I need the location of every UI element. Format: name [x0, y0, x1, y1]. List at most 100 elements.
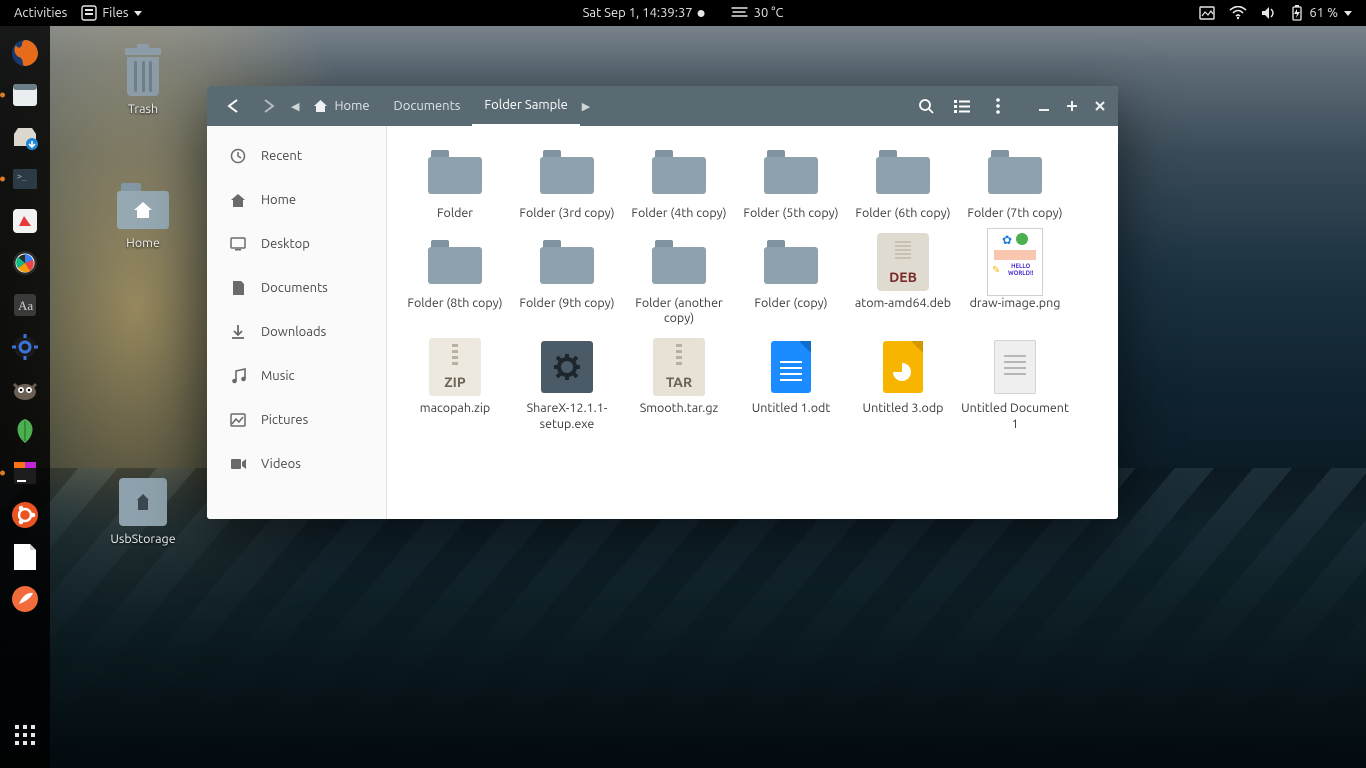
- desktop-icon-label: UsbStorage: [110, 532, 175, 546]
- folder-icon: [428, 240, 482, 284]
- file-label: Folder (another copy): [625, 296, 733, 327]
- weather-indicator[interactable]: 30 °C: [731, 6, 784, 20]
- file-label: Folder (8th copy): [407, 296, 502, 312]
- path-segment-home[interactable]: Home: [301, 86, 381, 126]
- dock-shutter[interactable]: [6, 244, 44, 282]
- activities-button[interactable]: Activities: [14, 6, 67, 20]
- window-close-button[interactable]: [1088, 94, 1112, 118]
- dock-terminal[interactable]: >_: [6, 160, 44, 198]
- file-item-text[interactable]: Untitled Document 1: [957, 335, 1073, 436]
- folder-icon: [540, 150, 594, 194]
- dock-software[interactable]: [6, 118, 44, 156]
- dock-midori[interactable]: [6, 412, 44, 450]
- file-manager-icon-view[interactable]: Folder Folder (3rd copy) Folder (4th cop…: [387, 126, 1118, 519]
- document-icon: [229, 280, 247, 296]
- volume-icon[interactable]: [1261, 6, 1277, 20]
- chevron-right-icon[interactable]: ▶: [580, 100, 592, 113]
- dock-ubuntu-logo[interactable]: [6, 496, 44, 534]
- window-minimize-button[interactable]: [1032, 94, 1056, 118]
- path-label: Documents: [394, 99, 461, 113]
- dock-app-grid[interactable]: [6, 716, 44, 754]
- desktop-icon-trash[interactable]: Trash: [98, 46, 188, 116]
- odp-presentation-icon: [883, 341, 923, 393]
- nav-back-button[interactable]: [217, 90, 249, 122]
- sidebar-item-music[interactable]: Music: [207, 354, 386, 398]
- file-manager-sidebar: Recent Home Desktop Documents Downloads …: [207, 126, 387, 519]
- dock-fonts[interactable]: Aa: [6, 286, 44, 324]
- deb-badge: DEB: [889, 269, 917, 285]
- file-item-folder[interactable]: Folder (another copy): [621, 230, 737, 331]
- folder-home-icon: [117, 183, 169, 229]
- file-label: Untitled 1.odt: [752, 401, 831, 417]
- usb-drive-icon: [119, 478, 167, 526]
- file-item-folder[interactable]: Folder (7th copy): [957, 140, 1073, 226]
- file-item-folder[interactable]: Folder (8th copy): [397, 230, 513, 331]
- file-label: Untitled 3.odp: [863, 401, 944, 417]
- file-item-folder[interactable]: Folder (4th copy): [621, 140, 737, 226]
- screenshot-tray-icon[interactable]: [1199, 6, 1215, 20]
- chevron-left-icon[interactable]: ◀: [289, 100, 301, 113]
- view-list-button[interactable]: [946, 90, 978, 122]
- sidebar-item-desktop[interactable]: Desktop: [207, 222, 386, 266]
- folder-icon: [764, 240, 818, 284]
- desktop-icon-home[interactable]: Home: [98, 180, 188, 250]
- clock-icon: [229, 148, 247, 164]
- sidebar-item-home[interactable]: Home: [207, 178, 386, 222]
- sidebar-item-downloads[interactable]: Downloads: [207, 310, 386, 354]
- file-label: Folder (5th copy): [743, 206, 838, 222]
- file-manager-window: ◀ Home Documents Folder Sample ▶ Recent …: [207, 86, 1118, 519]
- file-item-odp[interactable]: Untitled 3.odp: [845, 335, 961, 436]
- dock-intellij[interactable]: [6, 454, 44, 492]
- battery-indicator[interactable]: 61 %: [1291, 5, 1352, 21]
- folder-icon: [652, 240, 706, 284]
- path-segment-current[interactable]: Folder Sample: [472, 86, 579, 126]
- dock-postman[interactable]: [6, 580, 44, 618]
- dock-files[interactable]: [6, 76, 44, 114]
- file-item-folder[interactable]: Folder (9th copy): [509, 230, 625, 331]
- file-item-folder[interactable]: Folder (copy): [733, 230, 849, 331]
- file-item-folder[interactable]: Folder (6th copy): [845, 140, 961, 226]
- battery-percent-label: 61 %: [1309, 6, 1338, 20]
- file-label: Folder (copy): [754, 296, 827, 312]
- activities-label: Activities: [14, 6, 67, 20]
- folder-icon: [764, 150, 818, 194]
- nav-forward-button[interactable]: [253, 90, 285, 122]
- file-item-exe[interactable]: ShareX-12.1.1-setup.exe: [509, 335, 625, 436]
- file-item-deb[interactable]: DEBatom-amd64.deb: [845, 230, 961, 331]
- dock-settings[interactable]: [6, 328, 44, 366]
- dock-firefox[interactable]: [6, 34, 44, 72]
- file-item-image[interactable]: ✿✎HELLO WORLD!!draw-image.png: [957, 230, 1073, 331]
- desktop-icon-usb[interactable]: UsbStorage: [98, 476, 188, 546]
- app-menu[interactable]: Files: [81, 5, 141, 21]
- dock-flatsweep[interactable]: [6, 202, 44, 240]
- dock: >_ Aa: [0, 26, 50, 768]
- music-icon: [229, 368, 247, 384]
- sidebar-item-videos[interactable]: Videos: [207, 442, 386, 486]
- home-icon: [229, 193, 247, 208]
- sidebar-item-documents[interactable]: Documents: [207, 266, 386, 310]
- path-segment-documents[interactable]: Documents: [382, 86, 473, 126]
- file-item-zip[interactable]: ZIP macopah.zip: [397, 335, 513, 436]
- sidebar-item-recent[interactable]: Recent: [207, 134, 386, 178]
- file-item-odt[interactable]: Untitled 1.odt: [733, 335, 849, 436]
- hamburger-menu-button[interactable]: [982, 90, 1014, 122]
- search-button[interactable]: [910, 90, 942, 122]
- file-item-tar[interactable]: TARSmooth.tar.gz: [621, 335, 737, 436]
- sidebar-item-pictures[interactable]: Pictures: [207, 398, 386, 442]
- file-item-folder[interactable]: Folder (5th copy): [733, 140, 849, 226]
- desktop-icon-label: Home: [126, 236, 160, 250]
- file-label: Folder (4th copy): [631, 206, 726, 222]
- clock[interactable]: Sat Sep 1, 14:39:37: [583, 6, 705, 20]
- file-item-folder[interactable]: Folder (3rd copy): [509, 140, 625, 226]
- file-item-folder[interactable]: Folder: [397, 140, 513, 226]
- sidebar-label: Music: [261, 369, 295, 383]
- dock-libreoffice[interactable]: [6, 538, 44, 576]
- wifi-icon[interactable]: [1229, 6, 1247, 20]
- file-label: macopah.zip: [420, 401, 490, 417]
- video-icon: [229, 458, 247, 470]
- window-maximize-button[interactable]: [1060, 94, 1084, 118]
- sidebar-label: Home: [261, 193, 296, 207]
- dock-gimp[interactable]: [6, 370, 44, 408]
- folder-icon: [652, 150, 706, 194]
- zip-archive-icon: ZIP: [429, 338, 481, 396]
